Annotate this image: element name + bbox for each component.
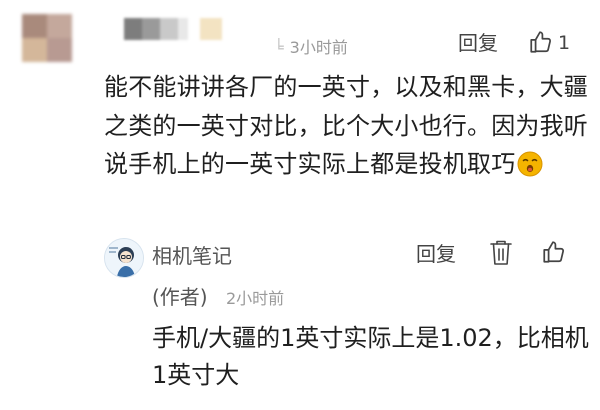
commenter-name-blurred[interactable] bbox=[124, 18, 188, 40]
reply-reply-button[interactable]: 回复 bbox=[416, 244, 456, 264]
comment-timestamp: ╘ 3小时前 bbox=[274, 34, 348, 58]
reply-label: 回复 bbox=[458, 31, 498, 55]
name-blur-tile bbox=[178, 18, 188, 40]
reply-label: 回复 bbox=[416, 242, 456, 266]
avatar-blur-tile bbox=[47, 14, 72, 38]
like-count: 1 bbox=[558, 32, 571, 54]
name-blur-tile bbox=[160, 18, 178, 40]
badge-blur-tile bbox=[200, 18, 222, 40]
avatar-cartoon-icon bbox=[105, 239, 143, 277]
name-blur-tile bbox=[124, 18, 142, 40]
comment-thread: { "comment": { "time": "3小时前", "time_pre… bbox=[0, 0, 600, 410]
commenter-badge-blurred bbox=[200, 18, 222, 40]
avatar-blur-tile bbox=[22, 14, 47, 38]
avatar-blur-tile bbox=[47, 38, 72, 62]
thumbs-up-icon bbox=[541, 239, 567, 265]
reply-timestamp: 2小时前 bbox=[226, 289, 285, 308]
comment-like-button[interactable]: 1 bbox=[528, 29, 570, 55]
reply-delete-button[interactable] bbox=[489, 239, 513, 267]
reply-author-avatar[interactable] bbox=[104, 238, 144, 278]
author-tag: (作者) bbox=[152, 285, 208, 309]
name-blur-tile bbox=[142, 18, 160, 40]
reply-author-name[interactable]: 相机笔记 bbox=[152, 240, 232, 269]
comment-body: 能不能讲讲各厂的一英寸，以及和黑卡，大疆之类的一英寸对比，比个大小也行。因为我听… bbox=[104, 68, 596, 184]
comment-reply-button[interactable]: 回复 bbox=[458, 33, 498, 53]
smirk-emoji-icon bbox=[517, 151, 543, 177]
comment-body-text: 能不能讲讲各厂的一英寸，以及和黑卡，大疆之类的一英寸对比，比个大小也行。因为我听… bbox=[104, 73, 588, 178]
thumbs-up-icon bbox=[528, 29, 554, 55]
reply-body: 手机/大疆的1英寸实际上是1.02，比相机1英寸大 bbox=[152, 324, 589, 389]
timestamp-text: 3小时前 bbox=[289, 38, 348, 57]
timestamp-prefix: ╘ bbox=[274, 38, 284, 57]
avatar-blur-tile bbox=[22, 38, 47, 62]
commenter-avatar-blurred[interactable] bbox=[22, 14, 72, 62]
reply-like-button[interactable] bbox=[541, 239, 567, 265]
trash-icon bbox=[489, 239, 513, 267]
